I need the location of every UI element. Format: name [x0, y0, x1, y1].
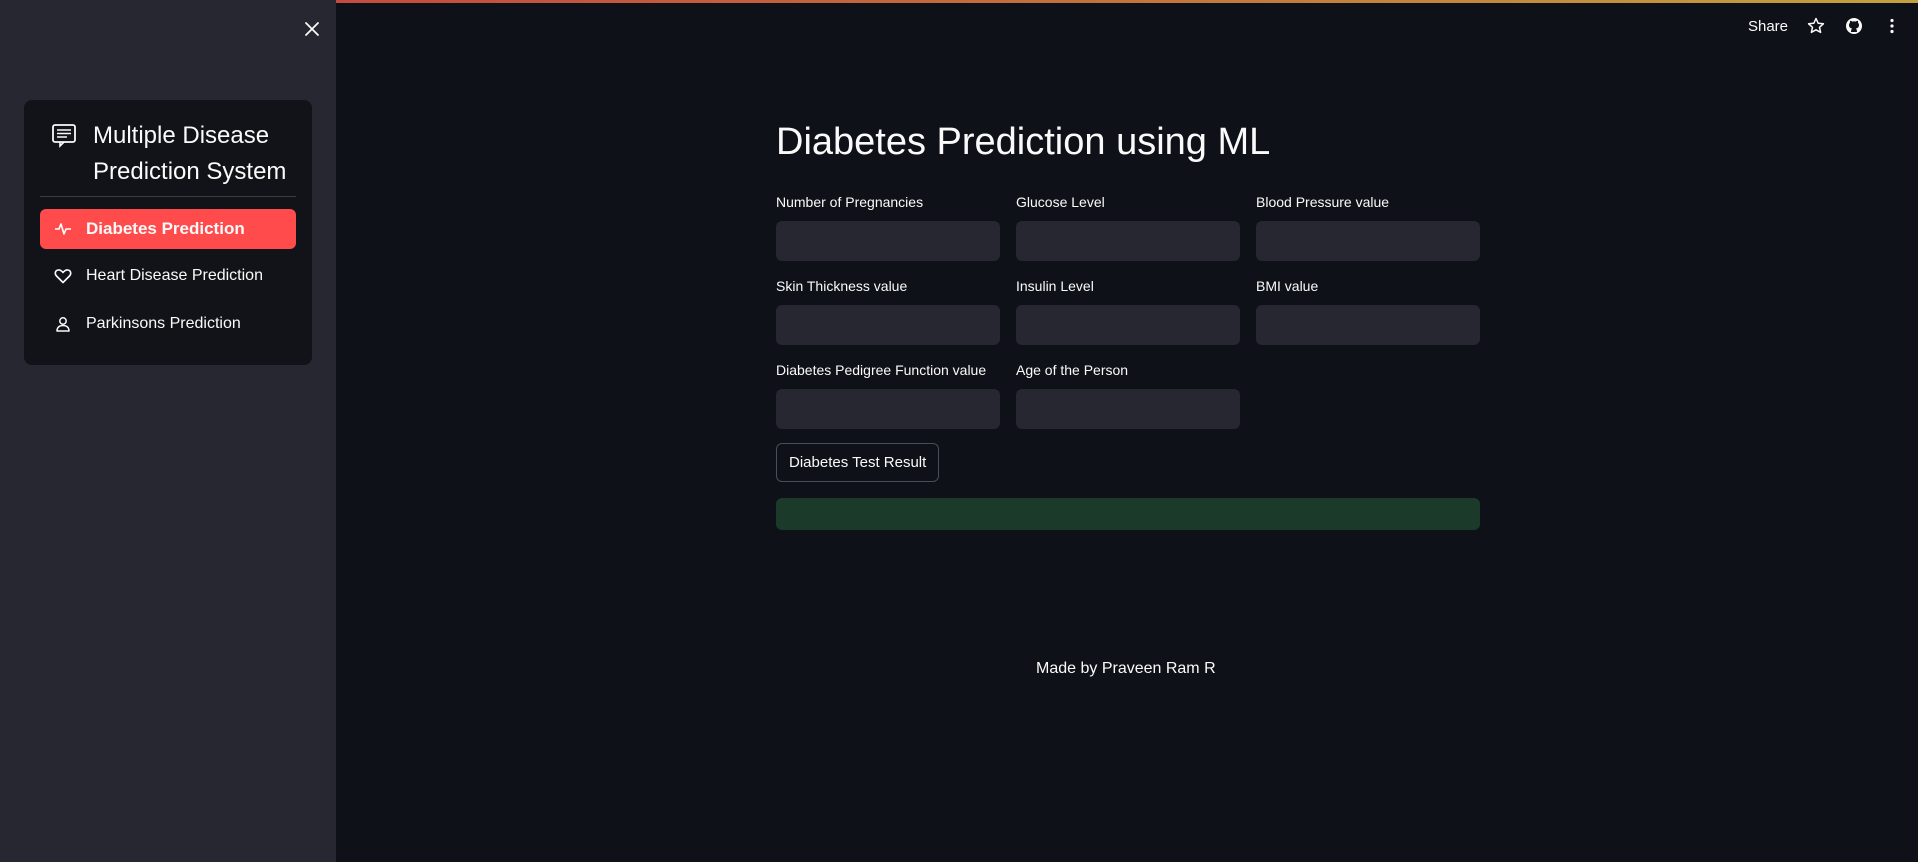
glucose-field: Glucose Level [1016, 192, 1240, 261]
pedigree-function-input[interactable] [776, 389, 1000, 429]
skin-thickness-input[interactable] [776, 305, 1000, 345]
menu-card-icon [51, 122, 77, 148]
person-icon [54, 315, 72, 333]
insulin-input[interactable] [1016, 305, 1240, 345]
menu-title: Multiple Disease Prediction System [93, 122, 287, 185]
diabetes-test-result-button[interactable]: Diabetes Test Result [776, 443, 940, 482]
star-icon[interactable] [1806, 16, 1826, 36]
pedigree-function-field: Diabetes Pedigree Function value [776, 360, 1000, 429]
age-input[interactable] [1016, 389, 1240, 429]
blood-pressure-input[interactable] [1256, 221, 1480, 261]
field-label: Skin Thickness value [776, 278, 908, 294]
heart-icon [54, 267, 72, 285]
menu-header: Multiple Disease Prediction System [51, 118, 301, 190]
pregnancies-field: Number of Pregnancies [776, 192, 1000, 261]
field-label: Diabetes Pedigree Function value [776, 362, 987, 378]
field-label: BMI value [1256, 278, 1319, 294]
sidebar-item-heart-disease-prediction[interactable]: Heart Disease Prediction [40, 256, 296, 296]
sidebar-item-parkinsons-prediction[interactable]: Parkinsons Prediction [40, 304, 296, 344]
pregnancies-input[interactable] [776, 221, 1000, 261]
close-icon[interactable] [299, 16, 325, 42]
skin-thickness-field: Skin Thickness value [776, 276, 1000, 345]
field-label: Blood Pressure value [1256, 194, 1390, 210]
bmi-input[interactable] [1256, 305, 1480, 345]
bmi-field: BMI value [1256, 276, 1480, 345]
success-result-box [776, 498, 1480, 530]
sidebar-item-label: Heart Disease Prediction [86, 267, 263, 284]
option-menu: Multiple Disease Prediction System Diabe… [24, 100, 312, 365]
sidebar-item-label: Diabetes Prediction [86, 219, 245, 238]
glucose-input[interactable] [1016, 221, 1240, 261]
field-label: Glucose Level [1016, 194, 1105, 210]
github-icon[interactable] [1844, 16, 1864, 36]
activity-icon [54, 220, 72, 238]
age-field: Age of the Person [1016, 360, 1240, 429]
sidebar: Multiple Disease Prediction System Diabe… [0, 0, 336, 862]
menu-divider [40, 196, 296, 197]
field-label: Insulin Level [1016, 278, 1094, 294]
sidebar-item-label: Parkinsons Prediction [86, 315, 241, 332]
page-title: Diabetes Prediction using ML [776, 121, 1271, 163]
field-label: Number of Pregnancies [776, 194, 924, 210]
more-vertical-icon[interactable] [1882, 16, 1902, 36]
blood-pressure-field: Blood Pressure value [1256, 192, 1480, 261]
sidebar-item-diabetes-prediction[interactable]: Diabetes Prediction [40, 209, 296, 249]
app-toolbar: Share [1748, 12, 1902, 40]
footer-credit: Made by Praveen Ram R [1036, 660, 1216, 677]
field-label: Age of the Person [1016, 362, 1129, 378]
insulin-field: Insulin Level [1016, 276, 1240, 345]
share-button[interactable]: Share [1748, 18, 1788, 35]
